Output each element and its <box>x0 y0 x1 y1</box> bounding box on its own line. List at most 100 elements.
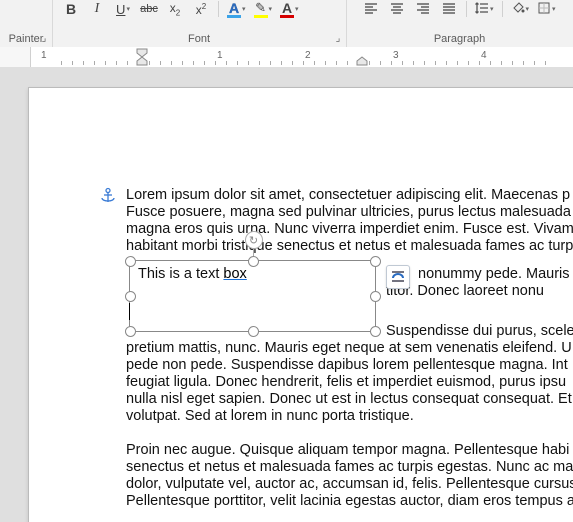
chevron-down-icon: ▾ <box>242 5 246 13</box>
resize-handle-s[interactable] <box>248 326 259 337</box>
ruler-number: 3 <box>393 50 399 61</box>
text-line: Lorem ipsum dolor sit amet, consectetuer… <box>126 187 570 203</box>
layout-options-button[interactable] <box>386 265 410 289</box>
text-line: habitant morbi tristique senectus et net… <box>126 238 573 254</box>
dialog-launcher-icon[interactable]: ⌟ <box>38 33 50 45</box>
text-box-prefix: This is a text <box>138 266 223 282</box>
ruler-indent-marker-left[interactable] <box>135 47 149 68</box>
ruler-tick <box>72 61 73 65</box>
ruler-tick <box>61 61 62 65</box>
chevron-down-icon: ▾ <box>526 5 530 13</box>
ruler-number: 2 <box>305 50 311 61</box>
superscript-button[interactable]: x2 <box>190 0 212 19</box>
ruler-tick <box>435 61 436 65</box>
text-line: volutpat. Sed at lorem in nunc porta tri… <box>126 408 414 424</box>
paint-bucket-icon <box>511 1 525 18</box>
ribbon-group-label-paragraph: Paragraph <box>346 33 573 45</box>
borders-icon <box>537 1 551 18</box>
ruler-number: 1 <box>217 50 223 61</box>
ribbon-group-clipboard: Painter ⌟ <box>0 0 53 47</box>
align-center-button[interactable] <box>386 0 408 19</box>
resize-handle-se[interactable] <box>370 326 381 337</box>
separator <box>218 1 219 17</box>
text-effects-button[interactable]: A ▾ <box>225 0 248 19</box>
highlight-icon: ✎ <box>254 0 268 18</box>
text-box-link-word: box <box>223 266 246 282</box>
text-line: Pellentesque porttitor, velit lacinia eg… <box>126 493 573 509</box>
anchor-icon[interactable] <box>99 187 117 205</box>
text-line: Suspendisse dui purus, scele <box>386 323 573 339</box>
subscript-button[interactable]: x2 <box>164 0 186 19</box>
ruler-tick <box>105 61 106 65</box>
bold-button[interactable]: B <box>60 0 82 19</box>
ruler-tick <box>127 61 128 65</box>
strikethrough-button[interactable]: abc <box>138 0 160 19</box>
ruler-tick <box>402 61 403 65</box>
borders-button[interactable]: ▾ <box>535 0 558 19</box>
ruler-tick <box>149 61 150 65</box>
resize-handle-e[interactable] <box>370 291 381 302</box>
separator <box>466 1 467 17</box>
align-right-button[interactable] <box>412 0 434 19</box>
ruler-tick <box>292 61 293 65</box>
subscript-icon: x2 <box>170 1 180 17</box>
wrapped-text-right[interactable]: nonummy pede. Mauris et o titor. Donec l… <box>386 266 573 300</box>
ruler-indent-marker-right[interactable] <box>355 47 369 68</box>
text-line: nonummy pede. Mauris et o <box>386 266 573 283</box>
ruler-tick <box>182 61 183 65</box>
text-effects-icon: A <box>227 0 241 18</box>
ruler-tick <box>270 61 271 65</box>
ruler-tick <box>336 61 337 65</box>
resize-handle-ne[interactable] <box>370 256 381 267</box>
rotation-handle[interactable] <box>245 231 263 249</box>
separator <box>502 1 503 17</box>
document-page[interactable]: Lorem ipsum dolor sit amet, consectetuer… <box>28 87 573 522</box>
text-line: magna eros quis urna. Nunc viverra imper… <box>126 221 573 237</box>
ruler-tick <box>424 61 425 65</box>
strikethrough-icon: abc <box>140 3 158 15</box>
line-spacing-button[interactable]: ▾ <box>473 0 496 19</box>
resize-handle-sw[interactable] <box>125 326 136 337</box>
text-line: pretium mattis, nunc. Mauris eget neque … <box>126 340 572 356</box>
resize-handle-n[interactable] <box>248 256 259 267</box>
horizontal-ruler[interactable]: 1 1 2 3 4 <box>0 47 573 68</box>
ruler-tick <box>303 61 304 65</box>
ruler-tick <box>281 61 282 65</box>
ruler-tick <box>523 61 524 65</box>
align-left-button[interactable] <box>360 0 382 19</box>
resize-handle-nw[interactable] <box>125 256 136 267</box>
ribbon-group-paragraph: ▾ ▾ ▾ Paragraph ⌟ <box>346 0 573 47</box>
font-buttons-row: B I U▾ abc x2 x2 A ▾ ✎ ▾ A <box>60 0 342 22</box>
ruler-tick <box>380 61 381 65</box>
ruler-tick <box>215 61 216 65</box>
italic-icon: I <box>95 1 100 17</box>
text-line: nulla nisl eget sapien. Donec ut est in … <box>126 391 572 407</box>
font-color-button[interactable]: A ▾ <box>278 0 301 19</box>
ruler-track: 1 1 2 3 4 <box>30 47 573 67</box>
underline-button[interactable]: U▾ <box>112 0 134 19</box>
line-spacing-icon <box>475 1 489 18</box>
italic-button[interactable]: I <box>86 0 108 19</box>
ruler-tick <box>347 61 348 65</box>
ruler-tick <box>116 61 117 65</box>
text-caret <box>129 303 130 320</box>
body-text[interactable]: Lorem ipsum dolor sit amet, consectetuer… <box>126 187 573 522</box>
ruler-tick <box>226 61 227 65</box>
ruler-tick <box>501 61 502 65</box>
font-color-icon: A <box>280 0 294 18</box>
ruler-tick <box>457 61 458 65</box>
bold-icon: B <box>66 1 76 17</box>
resize-handle-w[interactable] <box>125 291 136 302</box>
shading-button[interactable]: ▾ <box>509 0 532 19</box>
ruler-tick <box>237 61 238 65</box>
dialog-launcher-icon[interactable]: ⌟ <box>332 33 344 45</box>
text-box-content[interactable]: This is a text box <box>138 266 247 282</box>
ruler-tick <box>160 61 161 65</box>
paragraph-buttons-row: ▾ ▾ ▾ <box>360 0 569 22</box>
ruler-tick <box>413 61 414 65</box>
justify-button[interactable] <box>438 0 460 19</box>
chevron-down-icon: ▾ <box>552 5 556 13</box>
text-box-shape[interactable]: This is a text box <box>129 260 376 332</box>
ruler-tick <box>490 61 491 65</box>
highlight-color-button[interactable]: ✎ ▾ <box>252 0 275 19</box>
